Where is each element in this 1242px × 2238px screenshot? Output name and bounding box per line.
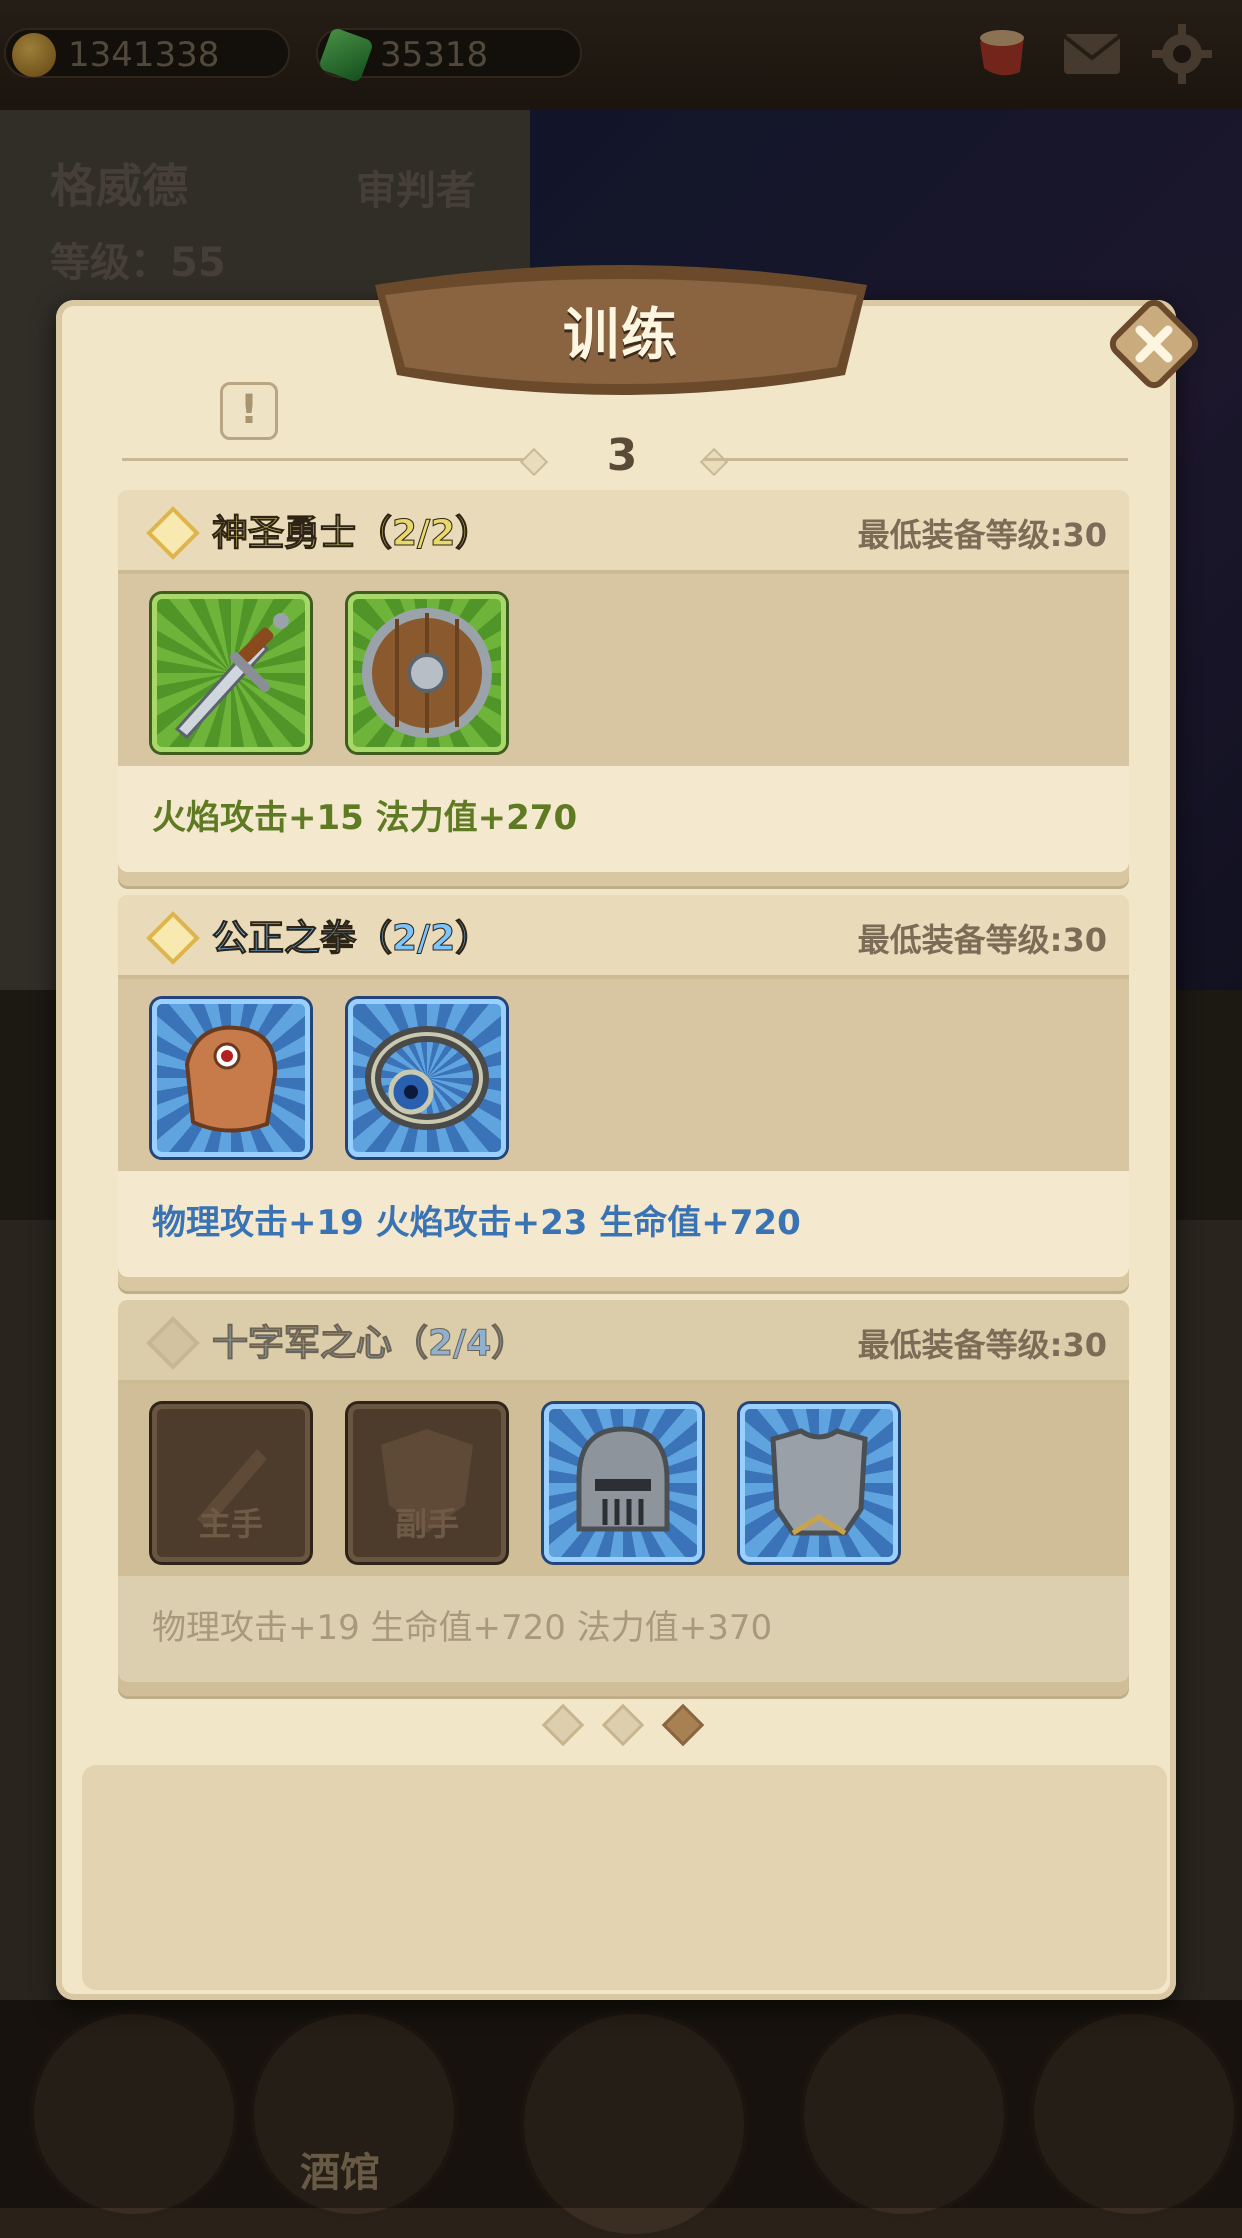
divider-right — [704, 458, 1128, 461]
set-header: 公正之拳（2/2） 最低装备等级:30 — [118, 895, 1129, 979]
info-button[interactable]: ! — [220, 382, 278, 440]
set-bonus-panel: 物理攻击+19 生命值+720 法力值+370 — [118, 1576, 1129, 1682]
set-name: 公正之拳（2/2） — [211, 918, 492, 960]
divider-left — [122, 458, 542, 461]
off-hand-slot-icon[interactable]: 副手 — [348, 1404, 506, 1562]
gauntlet-icon[interactable] — [152, 999, 310, 1157]
set-header: 十字军之心（2/4） 最低装备等级:30 — [118, 1300, 1129, 1384]
chest-armor-icon[interactable] — [740, 1404, 898, 1562]
eye-ring-icon[interactable] — [348, 999, 506, 1157]
main-hand-slot-icon[interactable]: 主手 — [152, 1404, 310, 1562]
set-requirement: 最低装备等级:30 — [857, 921, 1107, 959]
set-active-diamond-icon — [146, 506, 200, 560]
set-inactive-diamond-icon — [146, 1316, 200, 1370]
close-button[interactable] — [1106, 296, 1202, 392]
set-active-diamond-icon — [146, 911, 200, 965]
set-requirement: 最低装备等级:30 — [857, 516, 1107, 554]
set-bonus: 物理攻击+19 生命值+720 法力值+370 — [152, 1608, 773, 1648]
sword-icon[interactable] — [152, 594, 310, 752]
set-bonus-panel: 火焰攻击+15 法力值+270 — [118, 766, 1129, 872]
modal-footer-panel — [82, 1765, 1167, 1990]
set-card: 公正之拳（2/2） 最低装备等级:30 物理攻击+19 火焰攻击+23 生命值+… — [118, 895, 1129, 1291]
round-shield-icon[interactable] — [348, 594, 506, 752]
set-card: 十字军之心（2/4） 最低装备等级:30 主手 副手 物理攻击+19 生命值+7… — [118, 1300, 1129, 1696]
empty-slot-label: 主手 — [198, 1505, 263, 1543]
empty-slot-label: 副手 — [394, 1505, 459, 1543]
set-bonus: 火焰攻击+15 法力值+270 — [152, 798, 578, 838]
set-name: 十字军之心（2/4） — [211, 1323, 528, 1365]
set-header: 神圣勇士（2/2） 最低装备等级:30 — [118, 490, 1129, 574]
training-level: 3 — [606, 430, 638, 481]
set-name: 神圣勇士（2/2） — [211, 513, 492, 555]
set-bonus: 物理攻击+19 火焰攻击+23 生命值+720 — [152, 1203, 801, 1243]
set-card: 神圣勇士（2/2） 最低装备等级:30 火焰攻击+15 法力值+270 — [118, 490, 1129, 886]
set-requirement: 最低装备等级:30 — [857, 1326, 1107, 1364]
set-bonus-panel: 物理攻击+19 火焰攻击+23 生命值+720 — [118, 1171, 1129, 1277]
modal-title: 训练 — [563, 303, 679, 368]
helmet-icon[interactable] — [544, 1404, 702, 1562]
